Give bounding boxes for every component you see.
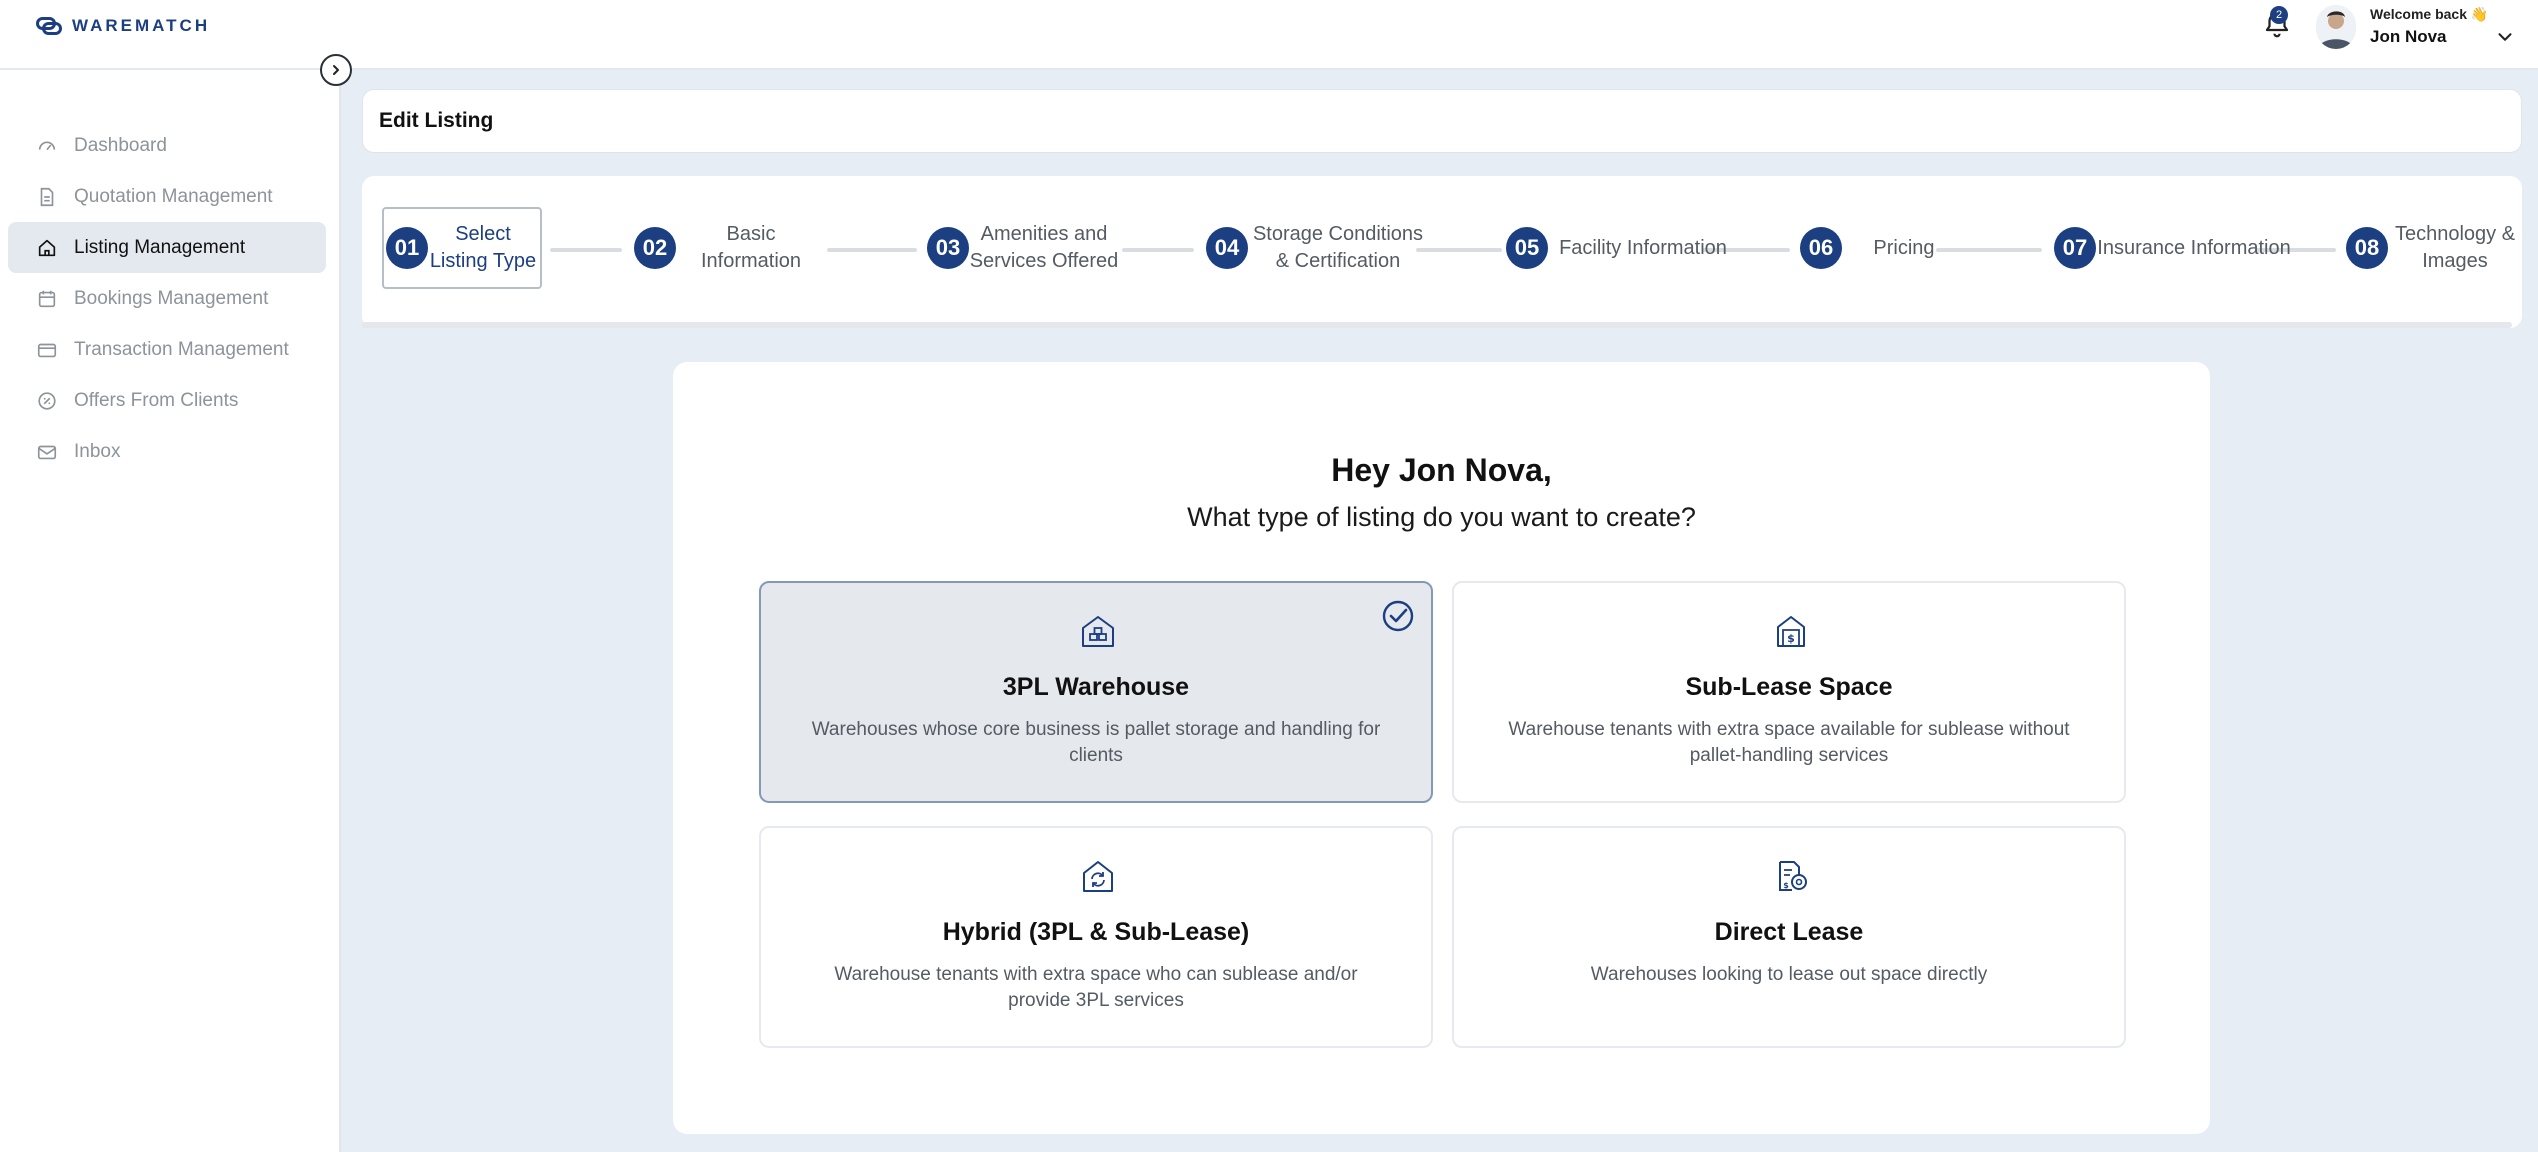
option-title: 3PL Warehouse (1002, 673, 1190, 701)
sidebar-nav: Dashboard Quotation Management Listing M… (8, 120, 326, 477)
listing-type-question: What type of listing do you want to crea… (1187, 502, 1696, 532)
sidebar-item-label: Offers From Clients (74, 389, 239, 411)
sidebar-item-label: Listing Management (74, 236, 246, 258)
brand-name: WAREMATCH (72, 16, 211, 35)
svg-text:$: $ (1787, 632, 1795, 645)
page-title: Edit Listing (379, 109, 494, 132)
home-icon (38, 239, 56, 256)
sidebar-item-offers-from-clients[interactable]: Offers From Clients (8, 375, 326, 426)
step-label: Pricing (1873, 236, 1935, 259)
lease-document-icon: $ (1779, 861, 1807, 891)
sublease-building-icon: $ (1777, 616, 1805, 647)
step-label: Basic Information (700, 223, 802, 272)
option-description: Warehouses whose core business is pallet… (811, 719, 1381, 766)
user-info[interactable]: Welcome back 👋 Jon Nova (2370, 6, 2488, 47)
step-02[interactable]: 02 Basic Information (634, 207, 826, 289)
step-number: 03 (927, 227, 969, 269)
step-label: Amenities and Services Offered (969, 223, 1119, 272)
option-description: Warehouse tenants with extra space who c… (834, 964, 1358, 1011)
credit-card-icon (37, 343, 57, 357)
option-title: Hybrid (3PL & Sub-Lease) (942, 918, 1250, 946)
sidebar: Dashboard Quotation Management Listing M… (0, 70, 341, 1152)
document-icon (40, 187, 54, 206)
sidebar-item-quotation-management[interactable]: Quotation Management (8, 171, 326, 222)
chevron-right-icon (333, 65, 339, 75)
step-03[interactable]: 03 Amenities and Services Offered (927, 207, 1119, 289)
calendar-icon (38, 290, 56, 307)
sidebar-item-bookings-management[interactable]: Bookings Management (8, 273, 326, 324)
brand-logo[interactable]: WAREMATCH (36, 16, 210, 36)
step-connector (1122, 248, 1194, 252)
step-number: 06 (1800, 227, 1842, 269)
listing-type-card: Hey Jon Nova, What type of listing do yo… (673, 362, 2210, 1134)
chevron-down-icon[interactable] (2494, 26, 2516, 48)
logo-icon (36, 17, 62, 35)
page-header: Edit Listing (362, 89, 2522, 153)
check-circle-icon (1382, 600, 1414, 632)
step-connector (827, 248, 917, 252)
step-06[interactable]: 06 Pricing (1800, 207, 1966, 289)
step-label: Insurance Information (2097, 236, 2291, 259)
sidebar-item-label: Bookings Management (74, 287, 269, 309)
step-number: 07 (2054, 227, 2096, 269)
user-name: Jon Nova (2370, 27, 2447, 46)
step-04[interactable]: 04 Storage Conditions & Certification (1206, 207, 1428, 289)
sidebar-item-label: Inbox (74, 440, 121, 462)
step-08[interactable]: 08 Technology & Images (2346, 207, 2522, 289)
notification-count-badge: 2 (2270, 6, 2288, 24)
discount-icon (38, 391, 56, 410)
option-description: Warehouses looking to lease out space di… (1590, 964, 1988, 985)
gauge-icon (38, 141, 56, 150)
step-number: 02 (634, 227, 676, 269)
greeting-heading: Hey Jon Nova, (1331, 452, 1552, 488)
step-01[interactable]: 01 Select Listing Type (382, 207, 542, 289)
welcome-text: Welcome back 👋 (2370, 6, 2489, 22)
option-title: Sub-Lease Space (1685, 673, 1893, 701)
avatar[interactable] (2316, 5, 2356, 49)
option-sub-lease-space[interactable]: $ Sub-Lease Space Warehouse tenants with… (1452, 581, 2126, 803)
option-description: Warehouse tenants with extra space avail… (1508, 719, 2070, 766)
step-label: Technology & Images (2394, 223, 2516, 272)
step-07[interactable]: 07 Insurance Information (2054, 207, 2292, 289)
option-title: Direct Lease (1714, 918, 1864, 946)
step-number: 01 (386, 227, 428, 269)
step-number: 05 (1506, 227, 1548, 269)
listing-stepper: 01 Select Listing Type 02 Basic Informat… (362, 176, 2522, 328)
sidebar-item-label: Quotation Management (74, 185, 273, 207)
sidebar-item-dashboard[interactable]: Dashboard (8, 120, 326, 171)
step-number: 08 (2346, 227, 2388, 269)
step-number: 04 (1206, 227, 1248, 269)
sidebar-collapse-button[interactable] (320, 54, 352, 86)
top-header: WAREMATCH 2 Welcome back 👋 Jon Nova (0, 0, 2538, 70)
mail-icon (37, 445, 57, 459)
step-05[interactable]: 05 Facility Information (1506, 207, 1738, 289)
option-hybrid[interactable]: Hybrid (3PL & Sub-Lease) Warehouse tenan… (759, 826, 1433, 1048)
step-label: Select Listing Type (429, 223, 537, 272)
hybrid-cycle-icon (1083, 861, 1113, 892)
step-connector (1416, 248, 1502, 252)
sidebar-item-label: Dashboard (74, 134, 167, 156)
sidebar-item-inbox[interactable]: Inbox (8, 426, 326, 477)
warehouse-icon (1082, 616, 1114, 647)
step-label: Facility Information (1559, 236, 1727, 259)
svg-text:$: $ (1783, 881, 1789, 890)
option-direct-lease[interactable]: $ Direct Lease Warehouses looking to lea… (1452, 826, 2126, 1048)
sidebar-item-label: Transaction Management (74, 338, 289, 360)
step-connector (550, 248, 622, 252)
sidebar-item-listing-management[interactable]: Listing Management (8, 222, 326, 273)
option-3pl-warehouse[interactable]: 3PL Warehouse Warehouses whose core busi… (759, 581, 1433, 803)
step-label: Storage Conditions & Certification (1252, 223, 1424, 272)
stepper-scrollbar[interactable] (362, 322, 2512, 328)
sidebar-item-transaction-management[interactable]: Transaction Management (8, 324, 326, 375)
